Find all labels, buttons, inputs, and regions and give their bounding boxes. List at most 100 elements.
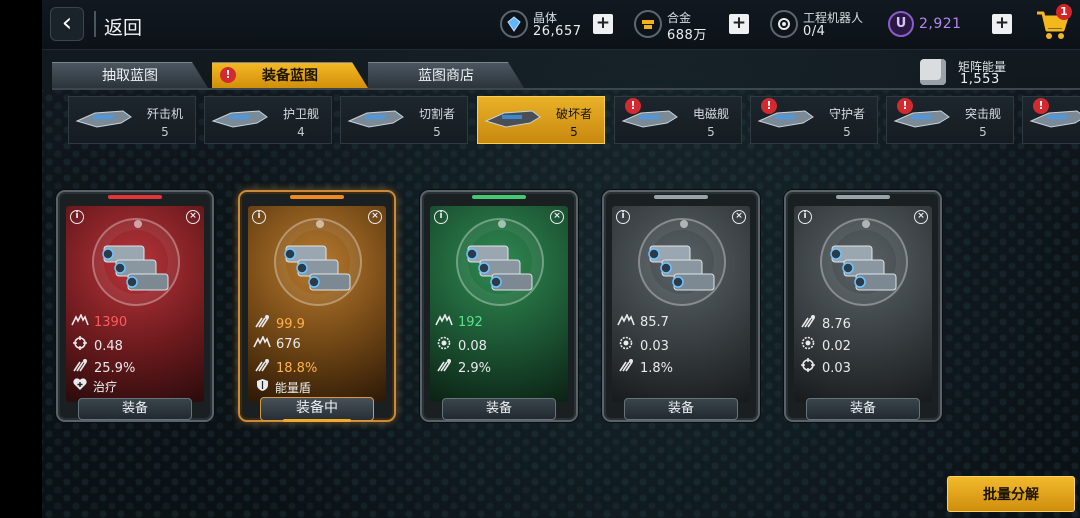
alert-icon: ! bbox=[897, 98, 913, 114]
damage-icon bbox=[70, 313, 90, 329]
ship-count: 5 bbox=[843, 125, 851, 139]
ship-count: 5 bbox=[979, 125, 987, 139]
equip-button[interactable]: 装备 bbox=[442, 398, 556, 420]
stat-value: 8.76 bbox=[822, 317, 851, 332]
cart-alert-badge: 1 bbox=[1056, 4, 1072, 20]
equip-button[interactable]: 装备 bbox=[624, 398, 738, 420]
stat-value: 192 bbox=[458, 315, 483, 330]
ring-dot bbox=[134, 220, 142, 228]
stat-value: 0.08 bbox=[458, 339, 487, 354]
damage-icon bbox=[616, 313, 636, 329]
blueprint-card[interactable]: i × 192 0.08 2.9% 装备 bbox=[420, 190, 578, 422]
premium-currency-icon: U bbox=[888, 11, 914, 37]
ship-tab-6[interactable]: ! 突击舰 5 bbox=[886, 96, 1014, 144]
add-premium-button[interactable]: + bbox=[992, 14, 1012, 34]
ship-tab-5[interactable]: ! 守护者 5 bbox=[750, 96, 878, 144]
ship-tab-4[interactable]: ! 电磁舰 5 bbox=[614, 96, 742, 144]
blueprint-card[interactable]: i × 1390 0.48 25.9% 治疗 装备 bbox=[56, 190, 214, 422]
card-art: i × 8.76 0.02 0.03 bbox=[794, 206, 932, 402]
ship-icon bbox=[75, 110, 132, 128]
resource-crystal: 晶体 26,657 bbox=[500, 8, 600, 42]
blueprint-card[interactable]: i × 8.76 0.02 0.03 装备 bbox=[784, 190, 942, 422]
ship-tab-0[interactable]: 歼击机 5 bbox=[68, 96, 196, 144]
batch-dismantle-button[interactable]: 批量分解 bbox=[947, 476, 1075, 512]
tab-draw-blueprint[interactable]: 抽取蓝图 bbox=[52, 62, 208, 88]
ship-count: 4 bbox=[297, 125, 305, 139]
resource-value: 0/4 bbox=[803, 24, 826, 39]
info-icon[interactable]: i bbox=[434, 210, 448, 224]
stat-row: 0.03 bbox=[616, 336, 669, 354]
close-icon[interactable]: × bbox=[914, 210, 928, 224]
stat-row: 18.8% bbox=[252, 358, 317, 376]
info-icon[interactable]: i bbox=[616, 210, 630, 224]
weapon-module-icon bbox=[830, 245, 897, 291]
ship-tab-3[interactable]: 破坏者 5 bbox=[477, 96, 605, 144]
gear-icon bbox=[616, 336, 636, 353]
crit-icon bbox=[434, 358, 454, 375]
back-label[interactable]: 返回 bbox=[104, 13, 142, 40]
stat-row: 0.08 bbox=[434, 336, 487, 354]
tab-label: 抽取蓝图 bbox=[102, 68, 158, 84]
tab-blueprint-shop[interactable]: 蓝图商店 bbox=[368, 62, 524, 88]
tab-equip-blueprint[interactable]: ! 装备蓝图 bbox=[212, 62, 368, 88]
damage-icon bbox=[252, 335, 272, 351]
robot-icon bbox=[770, 10, 798, 38]
heal-icon bbox=[70, 378, 90, 394]
stat-row: 192 bbox=[434, 313, 483, 332]
info-icon[interactable]: i bbox=[798, 210, 812, 224]
divider bbox=[94, 11, 96, 37]
add-crystal-button[interactable]: + bbox=[593, 14, 613, 34]
ship-name: 护卫舰 bbox=[282, 107, 319, 121]
back-button[interactable]: ‹ bbox=[50, 7, 84, 41]
close-icon[interactable]: × bbox=[732, 210, 746, 224]
tab-label: 蓝图商店 bbox=[418, 68, 474, 84]
ship-tab-7[interactable]: ! bbox=[1022, 96, 1080, 144]
ship-name: 切割者 bbox=[418, 107, 455, 121]
close-icon[interactable]: × bbox=[368, 210, 382, 224]
ring-dot bbox=[316, 220, 324, 228]
stat-value: 0.02 bbox=[822, 339, 851, 354]
crit-icon bbox=[252, 358, 272, 375]
stat-row: 0.02 bbox=[798, 336, 851, 354]
alert-icon: ! bbox=[761, 98, 777, 114]
tab-label: 装备蓝图 bbox=[262, 68, 318, 84]
ship-name: 破坏者 bbox=[555, 107, 592, 121]
ring-dot bbox=[498, 220, 506, 228]
ship-tab-2[interactable]: 切割者 5 bbox=[340, 96, 468, 144]
rarity-bar bbox=[836, 195, 890, 199]
skill-label: 治疗 bbox=[93, 380, 118, 394]
resource-value: 688万 bbox=[667, 28, 707, 43]
stat-row: 1390 bbox=[70, 313, 127, 332]
blueprint-card[interactable]: i × 85.7 0.03 1.8% 装备 bbox=[602, 190, 760, 422]
ship-tab-1[interactable]: 护卫舰 4 bbox=[204, 96, 332, 144]
info-icon[interactable]: i bbox=[70, 210, 84, 224]
stat-value: 676 bbox=[276, 337, 301, 352]
card-art: i × 1390 0.48 25.9% 治疗 bbox=[66, 206, 204, 402]
rarity-bar bbox=[472, 195, 526, 199]
left-black-bar bbox=[0, 0, 42, 518]
alloy-icon bbox=[634, 10, 662, 38]
ship-count: 5 bbox=[433, 125, 441, 139]
ship-name: 突击舰 bbox=[964, 107, 1001, 121]
ship-name: 电磁舰 bbox=[692, 107, 729, 121]
info-icon[interactable]: i bbox=[252, 210, 266, 224]
weapon-module-icon bbox=[284, 245, 351, 291]
stat-value: 18.8% bbox=[276, 361, 318, 376]
stat-row: 85.7 bbox=[616, 313, 669, 332]
crit-icon bbox=[616, 358, 636, 375]
resource-alloy: 合金 688万 bbox=[634, 8, 734, 43]
close-icon[interactable]: × bbox=[186, 210, 200, 224]
alert-icon: ! bbox=[1033, 98, 1049, 114]
ring-dot bbox=[862, 220, 870, 228]
equip-button[interactable]: 装备 bbox=[78, 398, 192, 420]
stat-row: 2.9% bbox=[434, 358, 491, 376]
close-icon[interactable]: × bbox=[550, 210, 564, 224]
equip-button[interactable]: 装备中 bbox=[260, 397, 374, 422]
resource-value: 26,657 bbox=[533, 24, 582, 39]
alert-icon: ! bbox=[220, 67, 236, 83]
add-alloy-button[interactable]: + bbox=[729, 14, 749, 34]
stat-value: 99.9 bbox=[276, 317, 305, 332]
stat-row: 0.03 bbox=[798, 358, 851, 376]
equip-button[interactable]: 装备 bbox=[806, 398, 920, 420]
blueprint-card[interactable]: i × 99.9 676 18.8% 能量盾 装备中 bbox=[238, 190, 396, 422]
